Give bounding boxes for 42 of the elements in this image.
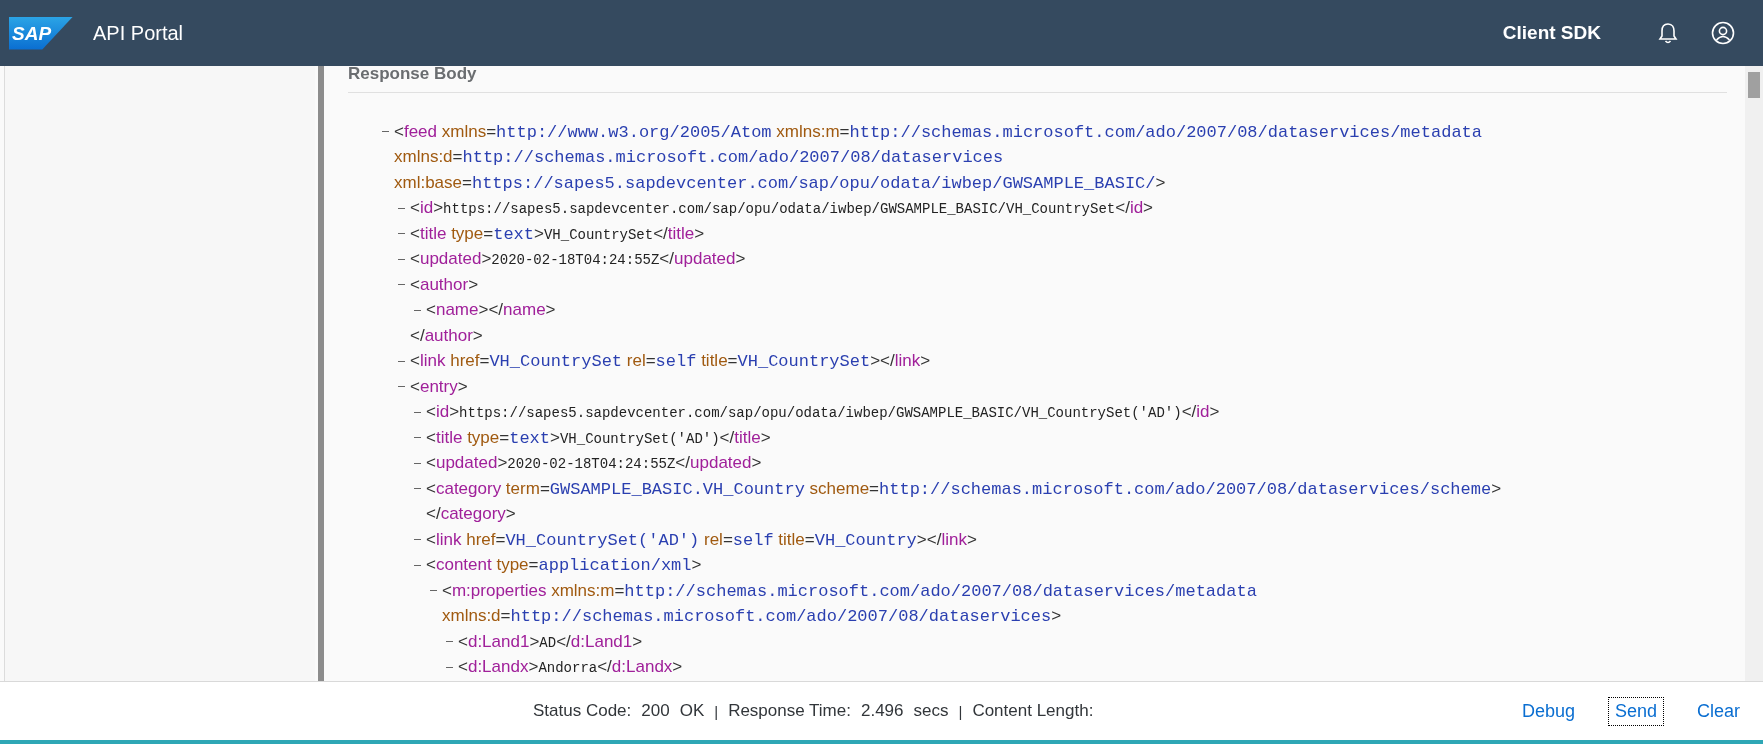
status-text: OK [679, 701, 705, 721]
status-text: secs [913, 701, 949, 721]
code-line: <link href=VH_CountrySet('AD') rel=self title=VH_Country></link> [426, 529, 977, 550]
section-title: Response Body [348, 66, 1727, 93]
code-line: <category term=GWSAMPLE_BASIC.VH_Country scheme=http://schemas.microsoft.com/ado/2007/08/dataservices/scheme> [426, 478, 1502, 499]
code-line: <link href=VH_CountrySet rel=self title=VH_CountrySet></link> [410, 351, 931, 372]
code-line: <id>https://sapes5.sapdevcenter.com/sap/opu/odata/iwbep/GWSAMPLE_BASIC/VH_CountrySet('AD')</id> [426, 402, 1220, 423]
code-line: <d:Landx>Andorra</d:Landx> [458, 657, 683, 678]
scrollbar[interactable] [1745, 66, 1763, 681]
code-line: <author> [410, 274, 479, 295]
app-title: API Portal [93, 21, 184, 45]
client-sdk-link[interactable]: Client SDK [1502, 22, 1601, 44]
code-line: xmlns:d=http://schemas.microsoft.com/ado/2007/08/dataservices> [442, 606, 1062, 627]
code-line: </author> [410, 325, 483, 346]
code-line: <content type=application/xml> [426, 555, 702, 576]
code-line: xmlns:d=http://schemas.microsoft.com/ado/2007/08/dataservices [394, 147, 1004, 168]
code-line: <title type=text>VH_CountrySet('AD')</title> [426, 427, 771, 448]
status-text: | [714, 702, 719, 720]
code-line: </category> [426, 504, 516, 525]
status-text: Content Length: [972, 701, 1094, 721]
footer-link-button[interactable]: Clear [1690, 696, 1747, 726]
footer-link-button[interactable]: Debug [1514, 696, 1582, 726]
footer-link-button[interactable]: Send [1607, 696, 1664, 726]
code-line: <name></name> [426, 300, 556, 321]
status-text: 2.496 [860, 701, 904, 721]
user-profile-icon[interactable] [1711, 21, 1735, 45]
scroll-thumb[interactable] [1748, 72, 1760, 98]
status-text: 200 [641, 701, 670, 721]
code-line: <updated>2020-02-18T04:24:55Z</updated> [410, 249, 746, 270]
code-line: <title type=text>VH_CountrySet</title> [410, 223, 705, 244]
status-text: Status Code: [533, 701, 632, 721]
code-line: <id>https://sapes5.sapdevcenter.com/sap/opu/odata/iwbep/GWSAMPLE_BASIC/VH_CountrySet</id> [410, 198, 1154, 219]
status-text: | [958, 702, 963, 720]
code-line: <d:Land1>AD</d:Land1> [458, 631, 643, 652]
code-line: <m:properties xmlns:m=http://schemas.microsoft.com/ado/2007/08/dataservices/metadata [442, 580, 1257, 601]
code-line: <updated>2020-02-18T04:24:55Z</updated> [426, 453, 762, 474]
notification-bell-icon[interactable] [1657, 21, 1679, 45]
code-line: xml:base=https://sapes5.sapdevcenter.com/sap/opu/odata/iwbep/GWSAMPLE_BASIC/> [394, 172, 1166, 193]
logo[interactable]: SAP [9, 16, 73, 50]
code-line: <entry> [410, 376, 468, 397]
code-line: <feed xmlns=http://www.w3.org/2005/Atom xmlns:m=http://schemas.microsoft.com/ado/2007/08/dataservices/metadata [394, 121, 1482, 142]
status-text: Response Time: [728, 701, 851, 721]
